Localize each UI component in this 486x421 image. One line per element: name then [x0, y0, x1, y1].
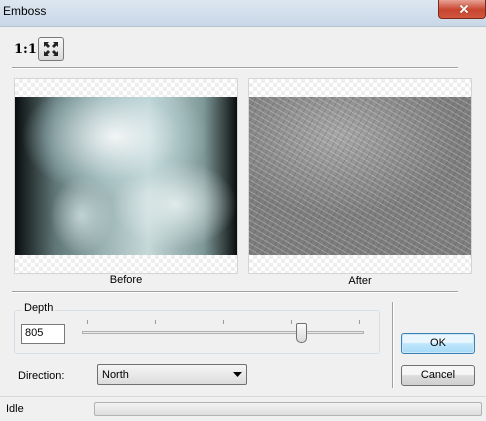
slider-tick: [291, 320, 292, 324]
vertical-separator: [392, 302, 394, 388]
depth-input[interactable]: 805: [21, 324, 65, 344]
status-text: Idle: [6, 403, 24, 415]
zoom-actual-size-label[interactable]: 1:1: [14, 42, 37, 57]
depth-group-label: Depth: [22, 302, 56, 314]
cancel-button[interactable]: Cancel: [401, 365, 475, 386]
window-title: Emboss: [3, 4, 47, 18]
depth-slider-track[interactable]: [82, 331, 364, 334]
toolbar-separator: [12, 67, 458, 69]
direction-label: Direction:: [18, 370, 65, 382]
slider-tick: [359, 320, 360, 324]
fit-to-window-icon: [44, 42, 58, 56]
ok-button[interactable]: OK: [401, 333, 475, 354]
depth-slider-thumb[interactable]: [296, 323, 308, 343]
close-button[interactable]: [438, 0, 486, 19]
before-preview-panel[interactable]: [14, 78, 238, 274]
preview-separator: [12, 291, 458, 293]
title-bar: Emboss: [0, 0, 486, 27]
status-bar: Idle: [0, 396, 486, 421]
after-image: [249, 97, 471, 255]
chevron-down-icon: [233, 372, 242, 377]
direction-dropdown[interactable]: North: [97, 364, 247, 385]
after-label: After: [348, 275, 372, 287]
progress-bar: [94, 402, 482, 416]
slider-tick: [87, 320, 88, 324]
after-preview-panel[interactable]: [248, 78, 472, 274]
slider-tick: [223, 320, 224, 324]
fit-to-window-button[interactable]: [38, 37, 64, 61]
before-label: Before: [109, 274, 143, 286]
before-image: [15, 97, 237, 255]
slider-tick: [155, 320, 156, 324]
direction-selected-value: North: [102, 369, 129, 381]
